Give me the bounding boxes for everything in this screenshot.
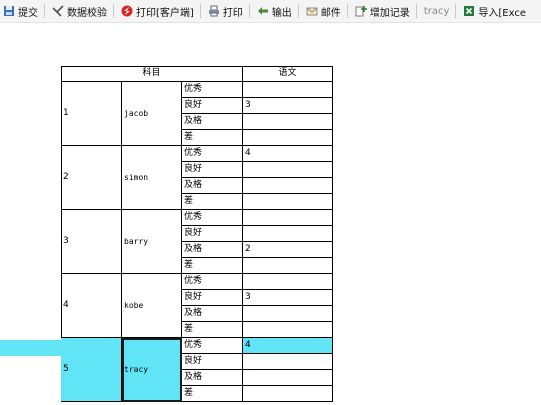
selected-row-highlight (0, 340, 61, 356)
grade-cell: 及格 (182, 178, 243, 194)
grade-cell: 及格 (182, 114, 243, 130)
grade-cell: 及格 (182, 370, 243, 386)
grade-cell: 及格 (182, 306, 243, 322)
grade-cell: 优秀 (182, 146, 243, 162)
student-name-cell[interactable]: jacob (122, 82, 182, 146)
score-cell[interactable] (243, 354, 333, 370)
score-cell[interactable] (243, 162, 333, 178)
header-chinese: 语文 (243, 66, 333, 82)
grade-cell: 差 (182, 130, 243, 146)
score-cell[interactable] (243, 226, 333, 242)
grade-cell: 差 (182, 194, 243, 210)
score-cell[interactable] (243, 114, 333, 130)
student-id-cell[interactable]: 5 (61, 338, 122, 402)
grade-cell: 良好 (182, 290, 243, 306)
student-id-cell[interactable]: 4 (61, 274, 122, 338)
student-name-cell[interactable]: kobe (122, 274, 182, 338)
score-cell[interactable] (243, 274, 333, 290)
grade-cell: 优秀 (182, 82, 243, 98)
grade-cell: 良好 (182, 226, 243, 242)
grade-cell: 良好 (182, 354, 243, 370)
grade-cell: 良好 (182, 98, 243, 114)
grade-cell: 及格 (182, 242, 243, 258)
grade-cell: 差 (182, 322, 243, 338)
student-id-cell[interactable]: 3 (61, 210, 122, 274)
header-subject: 科目 (61, 66, 243, 82)
score-cell[interactable] (243, 370, 333, 386)
score-cell[interactable]: 2 (243, 242, 333, 258)
score-cell[interactable] (243, 82, 333, 98)
score-cell[interactable] (243, 386, 333, 402)
student-name-cell[interactable]: tracy (122, 338, 182, 402)
grade-cell: 良好 (182, 162, 243, 178)
score-cell[interactable] (243, 322, 333, 338)
grade-cell: 优秀 (182, 338, 243, 354)
grade-cell: 差 (182, 258, 243, 274)
score-cell[interactable] (243, 178, 333, 194)
student-name-cell[interactable]: simon (122, 146, 182, 210)
grade-cell: 差 (182, 386, 243, 402)
score-cell[interactable]: 4 (243, 338, 333, 354)
score-cell[interactable] (243, 130, 333, 146)
score-cell[interactable] (243, 194, 333, 210)
report-grid: 科目 语文 1 jacob 优秀 良好 3 及格差 2 simon 优秀 4 良好 及格差 3 barry 优秀… (0, 0, 541, 405)
score-cell[interactable]: 3 (243, 290, 333, 306)
student-name-cell[interactable]: barry (122, 210, 182, 274)
student-id-cell[interactable]: 1 (61, 82, 122, 146)
student-id-cell[interactable]: 2 (61, 146, 122, 210)
score-cell[interactable] (243, 210, 333, 226)
score-cell[interactable]: 4 (243, 146, 333, 162)
score-cell[interactable] (243, 306, 333, 322)
grade-cell: 优秀 (182, 274, 243, 290)
grade-cell: 优秀 (182, 210, 243, 226)
score-cell[interactable]: 3 (243, 98, 333, 114)
score-cell[interactable] (243, 258, 333, 274)
